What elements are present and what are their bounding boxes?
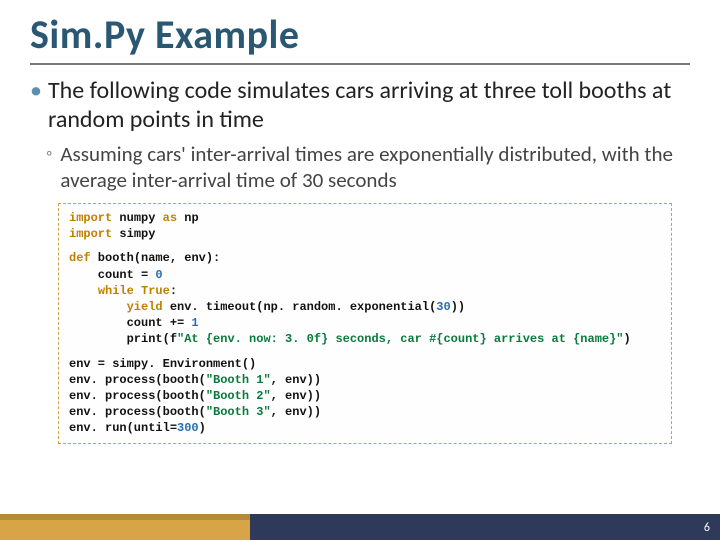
code-txt: )	[199, 421, 206, 435]
code-str: "At {env. now: 3. 0f} seconds, car #{cou…	[177, 332, 623, 346]
code-txt	[69, 300, 127, 314]
code-txt: print(f	[69, 332, 177, 346]
code-str: "Booth 2"	[206, 389, 271, 403]
code-txt: np	[177, 211, 199, 225]
code-txt: simpy	[112, 227, 155, 241]
code-txt: numpy	[112, 211, 162, 225]
slide: Sim.Py Example • The following code simu…	[0, 0, 720, 540]
code-txt: , env))	[271, 389, 321, 403]
code-txt: )	[624, 332, 631, 346]
code-txt: env. timeout(np. random. exponential(	[163, 300, 437, 314]
code-kw: yield	[127, 300, 163, 314]
code-num: 1	[191, 316, 198, 330]
bullet1-text: The following code simulates cars arrivi…	[48, 77, 690, 135]
code-txt: count +=	[69, 316, 191, 330]
footer-bar: 6	[0, 514, 720, 540]
footer-accent-right	[250, 514, 720, 540]
code-kw: import	[69, 211, 112, 225]
bullet-dot-icon: •	[30, 77, 42, 106]
code-txt: env. run(until=	[69, 421, 177, 435]
bullet2-text: Assuming cars' inter-arrival times are e…	[60, 141, 690, 194]
code-block: import numpy as np import simpy def booth…	[58, 203, 672, 443]
code-num: 0	[155, 268, 162, 282]
code-num: 30	[436, 300, 450, 314]
code-txt: ))	[451, 300, 465, 314]
code-str: "Booth 3"	[206, 405, 271, 419]
code-kw: while True	[98, 284, 170, 298]
bullet-ring-icon: ◦	[46, 141, 52, 166]
code-txt: count =	[69, 268, 155, 282]
slide-title: Sim.Py Example	[30, 10, 690, 65]
code-txt: env = simpy. Environment()	[69, 357, 256, 371]
code-num: 300	[177, 421, 199, 435]
code-txt	[69, 284, 98, 298]
code-txt: :	[170, 284, 177, 298]
code-kw: def	[69, 251, 91, 265]
code-txt: (name, env):	[134, 251, 220, 265]
code-fn: booth	[91, 251, 134, 265]
code-kw: import	[69, 227, 112, 241]
code-txt: env. process(booth(	[69, 405, 206, 419]
code-str: "Booth 1"	[206, 373, 271, 387]
bullet-level2: ◦ Assuming cars' inter-arrival times are…	[46, 141, 690, 194]
bullet-level1: • The following code simulates cars arri…	[30, 77, 690, 135]
code-blank	[69, 348, 661, 356]
code-txt: , env))	[271, 405, 321, 419]
footer-accent-left	[0, 514, 250, 540]
code-kw: as	[163, 211, 177, 225]
page-number: 6	[704, 521, 710, 535]
code-txt: , env))	[271, 373, 321, 387]
code-blank	[69, 242, 661, 250]
code-txt: env. process(booth(	[69, 373, 206, 387]
code-txt: env. process(booth(	[69, 389, 206, 403]
